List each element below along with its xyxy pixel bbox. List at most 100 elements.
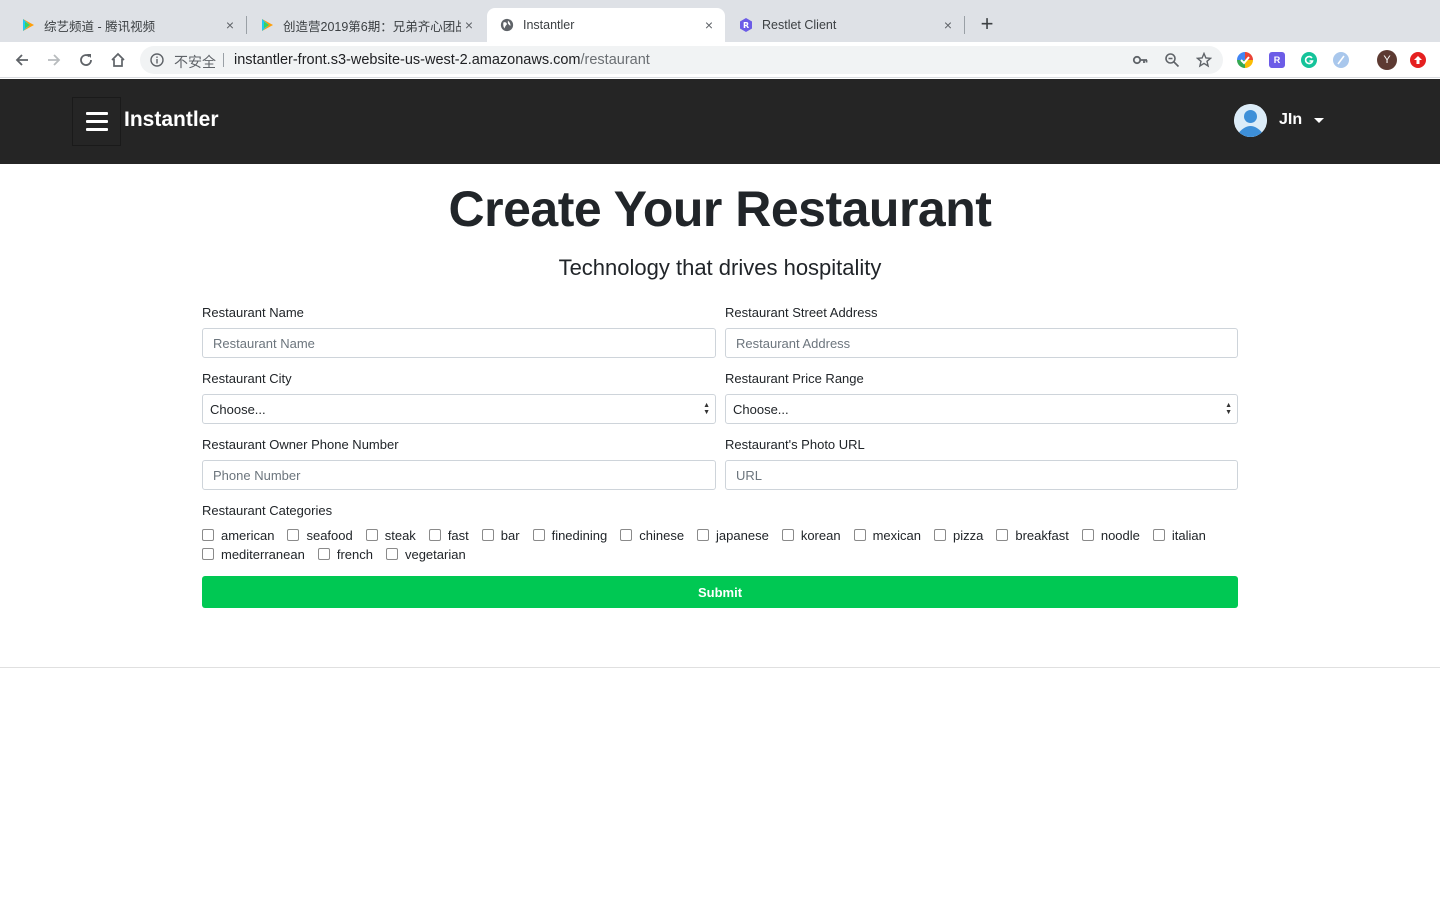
tencent-video-icon <box>20 17 36 33</box>
category-checkbox-korean[interactable]: korean <box>781 527 841 543</box>
brand-logo[interactable]: Instantler <box>124 108 219 132</box>
category-checkbox-vegetarian[interactable]: vegetarian <box>385 546 466 562</box>
restaurant-city-select[interactable]: Choose... ▲ ▼ <box>202 394 716 424</box>
browser-tab-strip: 综艺频道 - 腾讯视频 × 创造营2019第6期：兄弟齐心团战 × Instan… <box>0 0 1440 42</box>
new-tab-button[interactable]: + <box>976 13 998 36</box>
category-label: american <box>221 527 275 543</box>
category-checkbox-noodle[interactable]: noodle <box>1081 527 1140 543</box>
category-label: vegetarian <box>404 546 466 562</box>
category-label: chinese <box>639 527 685 543</box>
category-checkbox-american[interactable]: american <box>202 527 274 543</box>
category-label: pizza <box>953 527 984 543</box>
category-label: steak <box>384 527 416 543</box>
zoom-icon[interactable] <box>1164 52 1180 68</box>
category-checkbox-finedining[interactable]: finedining <box>532 527 607 543</box>
profile-avatar[interactable]: Y <box>1377 50 1397 70</box>
submit-button[interactable]: Submit <box>202 576 1238 608</box>
checkbox-icon[interactable] <box>202 548 214 560</box>
category-label: mediterranean <box>221 546 305 562</box>
owner-phone-label: Restaurant Owner Phone Number <box>202 437 399 452</box>
caret-down-icon <box>1314 117 1325 123</box>
checkbox-icon[interactable] <box>202 529 214 541</box>
checkbox-icon[interactable] <box>996 529 1009 541</box>
checkbox-icon[interactable] <box>317 548 330 560</box>
category-label: mexican <box>872 527 921 543</box>
category-checkbox-mexican[interactable]: mexican <box>853 527 921 543</box>
restaurant-price-select[interactable]: Choose... ▲ ▼ <box>725 394 1238 424</box>
checkbox-icon[interactable] <box>697 529 710 541</box>
close-tab-icon[interactable]: × <box>940 17 956 33</box>
restaurant-price-label: Restaurant Price Range <box>725 371 864 386</box>
browser-tab[interactable]: 创造营2019第6期：兄弟齐心团战 × <box>247 8 485 42</box>
key-icon[interactable] <box>1132 52 1148 68</box>
checkbox-icon[interactable] <box>934 529 946 541</box>
user-menu[interactable]: JIn <box>1234 103 1325 137</box>
checkbox-icon[interactable] <box>385 548 398 560</box>
checkbox-icon[interactable] <box>853 529 866 541</box>
category-label: seafood <box>306 527 353 543</box>
tab-separator <box>964 16 965 34</box>
page-subtitle: Technology that drives hospitality <box>558 255 882 280</box>
close-tab-icon[interactable]: × <box>461 17 477 33</box>
tab-title: 创造营2019第6期：兄弟齐心团战 <box>283 19 461 34</box>
category-label: bar <box>500 527 520 543</box>
close-tab-icon[interactable]: × <box>701 17 717 33</box>
extension-chrome-icon[interactable] <box>1237 52 1253 68</box>
checkbox-icon[interactable] <box>620 529 633 541</box>
category-checkbox-pizza[interactable]: pizza <box>934 527 983 543</box>
url-text[interactable]: instantler-front.s3-website-us-west-2.am… <box>234 52 650 68</box>
browser-tab-active[interactable]: Instantler × <box>487 8 725 42</box>
reload-button[interactable] <box>74 48 98 72</box>
category-label: noodle <box>1100 527 1140 543</box>
select-arrows-icon: ▲ ▼ <box>1225 402 1232 416</box>
category-label: breakfast <box>1015 527 1069 543</box>
info-icon[interactable] <box>150 53 164 72</box>
extension-upload-icon[interactable] <box>1410 52 1426 68</box>
restaurant-address-input[interactable] <box>725 328 1238 358</box>
category-checkbox-japanese[interactable]: japanese <box>697 527 769 543</box>
restaurant-name-label: Restaurant Name <box>202 305 304 320</box>
category-checkbox-french[interactable]: french <box>317 546 373 562</box>
category-checkbox-mediterranean[interactable]: mediterranean <box>202 546 305 562</box>
checkbox-icon[interactable] <box>365 529 378 541</box>
extension-restlet-icon[interactable]: R <box>1269 52 1285 68</box>
checkbox-icon[interactable] <box>1152 529 1165 541</box>
owner-phone-input[interactable] <box>202 460 716 490</box>
checkbox-icon[interactable] <box>532 529 545 541</box>
checkbox-icon[interactable] <box>428 529 441 541</box>
category-label: italian <box>1171 527 1206 543</box>
category-checkbox-breakfast[interactable]: breakfast <box>996 527 1069 543</box>
hamburger-line <box>85 128 108 131</box>
back-button[interactable] <box>10 48 34 72</box>
home-button[interactable] <box>106 48 130 72</box>
forward-button[interactable] <box>42 48 66 72</box>
globe-icon <box>499 17 515 33</box>
checkbox-icon[interactable] <box>287 529 300 541</box>
category-checkbox-chinese[interactable]: chinese <box>620 527 684 543</box>
category-checkbox-steak[interactable]: steak <box>365 527 416 543</box>
address-bar[interactable]: 不安全 instantler-front.s3-website-us-west-… <box>140 46 1223 74</box>
category-checkbox-seafood[interactable]: seafood <box>287 527 353 543</box>
category-checkbox-italian[interactable]: italian <box>1152 527 1206 543</box>
extension-feather-icon[interactable] <box>1333 52 1349 68</box>
category-checkbox-fast[interactable]: fast <box>428 527 469 543</box>
omnibox-separator <box>223 53 224 67</box>
tab-title: 综艺频道 - 腾讯视频 <box>44 19 156 34</box>
checkbox-icon[interactable] <box>781 529 794 541</box>
menu-toggle-button[interactable] <box>72 97 121 146</box>
tab-title: Restlet Client <box>762 18 837 32</box>
photo-url-input[interactable] <box>725 460 1238 490</box>
checkbox-icon[interactable] <box>1081 529 1094 541</box>
category-label: korean <box>800 527 841 543</box>
select-value: Choose... <box>733 401 789 417</box>
category-checkbox-bar[interactable]: bar <box>481 527 520 543</box>
extension-grammarly-icon[interactable] <box>1301 52 1317 68</box>
security-label: 不安全 <box>174 54 216 70</box>
browser-tab[interactable]: R Restlet Client × <box>726 8 964 42</box>
browser-tab[interactable]: 综艺频道 - 腾讯视频 × <box>8 8 246 42</box>
star-icon[interactable] <box>1196 52 1212 68</box>
restaurant-city-label: Restaurant City <box>202 371 292 386</box>
checkbox-icon[interactable] <box>481 529 494 541</box>
close-tab-icon[interactable]: × <box>222 17 238 33</box>
restaurant-name-input[interactable] <box>202 328 716 358</box>
